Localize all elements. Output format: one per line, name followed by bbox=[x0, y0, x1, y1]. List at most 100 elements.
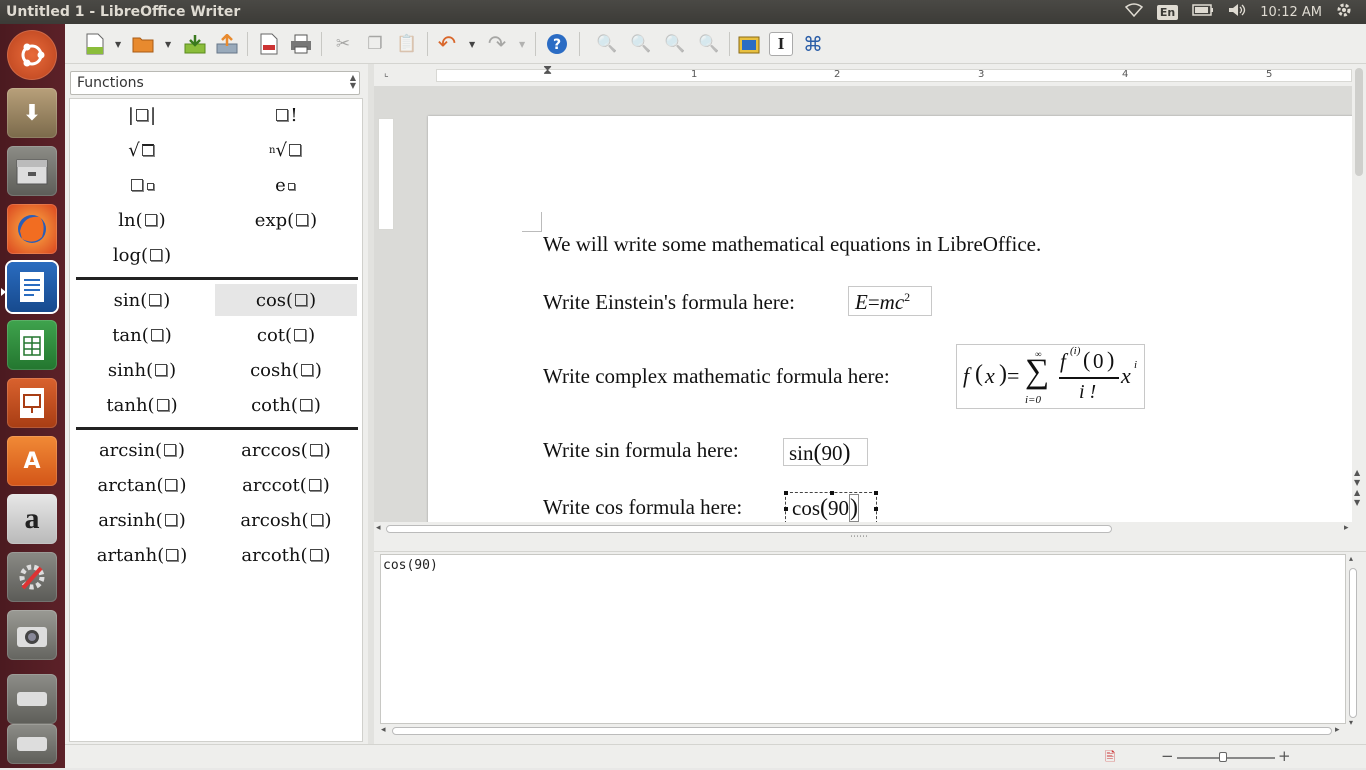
element-arcoth[interactable]: arcoth() bbox=[215, 539, 357, 571]
new-dropdown-icon[interactable]: ▼ bbox=[115, 40, 121, 49]
copy-icon[interactable]: ❐ bbox=[363, 32, 387, 56]
horizontal-ruler[interactable]: ⌞ ⧗ 1 2 3 4 5 bbox=[374, 63, 1352, 86]
cut-icon[interactable]: ✂ bbox=[331, 32, 355, 56]
formula-command-editor[interactable]: cos(90) bbox=[380, 554, 1346, 724]
wifi-icon[interactable] bbox=[1124, 3, 1144, 21]
formula-complex[interactable]: f ( x ) = ∞ ∑ i=0 f (i) ( 0 ) i ! x i bbox=[956, 344, 1145, 409]
export-icon[interactable] bbox=[215, 32, 239, 56]
scroll-right-icon[interactable]: ▸ bbox=[1335, 725, 1340, 735]
doc-line-einstein[interactable]: Write Einstein's formula here: bbox=[543, 290, 795, 315]
element-coth[interactable]: coth() bbox=[215, 389, 357, 421]
element-power[interactable] bbox=[71, 169, 213, 201]
show-all-icon[interactable]: 🔍 bbox=[697, 32, 721, 56]
element-sqrt[interactable]: √ bbox=[71, 134, 213, 166]
formula-cos-selected[interactable]: cos(90) bbox=[784, 491, 878, 522]
scrollbar-thumb[interactable] bbox=[386, 525, 1112, 533]
element-arcosh[interactable]: arcosh() bbox=[215, 504, 357, 536]
redo-dropdown-icon[interactable]: ▼ bbox=[519, 40, 525, 49]
print-icon[interactable] bbox=[289, 32, 313, 56]
ubuntu-dash-icon[interactable] bbox=[7, 30, 57, 80]
save-icon[interactable] bbox=[183, 32, 207, 56]
drive-icon[interactable] bbox=[7, 674, 57, 724]
new-document-icon[interactable] bbox=[83, 32, 107, 56]
element-artanh[interactable]: artanh() bbox=[71, 539, 213, 571]
selection-handle[interactable] bbox=[784, 507, 788, 511]
element-arsinh[interactable]: arsinh() bbox=[71, 504, 213, 536]
element-cot[interactable]: cot() bbox=[215, 319, 357, 351]
document-vertical-scrollbar[interactable]: ▲ ▼ ▲ ▼ bbox=[1352, 64, 1366, 522]
element-abs[interactable]: | | bbox=[71, 99, 213, 131]
scrollbar-thumb[interactable] bbox=[392, 727, 1332, 735]
spinner-arrows-icon[interactable]: ▲ ▼ bbox=[350, 74, 356, 90]
symbols-icon[interactable]: ⌘ bbox=[801, 32, 825, 56]
element-nroot[interactable]: n √ bbox=[215, 134, 357, 166]
zoom-out-icon[interactable]: 🔍 bbox=[629, 32, 653, 56]
element-arccot[interactable]: arccot() bbox=[215, 469, 357, 501]
element-arctan[interactable]: arctan() bbox=[71, 469, 213, 501]
zoom-in-button[interactable]: + bbox=[1278, 747, 1291, 765]
formula-einstein[interactable]: E=mc2 bbox=[848, 286, 932, 316]
clock[interactable]: 10:12 AM bbox=[1260, 5, 1322, 20]
element-sin[interactable]: sin() bbox=[71, 284, 213, 316]
element-cosh[interactable]: cosh() bbox=[215, 354, 357, 386]
element-factorial[interactable]: ! bbox=[215, 99, 357, 131]
selection-handle[interactable] bbox=[874, 507, 878, 511]
elements-category-select[interactable]: Functions ▲ ▼ bbox=[70, 71, 360, 95]
splitter-grip-icon[interactable]: ⋯⋯ bbox=[850, 532, 868, 542]
update-icon[interactable] bbox=[737, 32, 761, 56]
scroll-right-icon[interactable]: ▸ bbox=[1344, 523, 1349, 533]
files-icon[interactable] bbox=[7, 146, 57, 196]
element-cos[interactable]: cos() bbox=[215, 284, 357, 316]
drive-icon-2[interactable] bbox=[7, 724, 57, 764]
impress-icon[interactable] bbox=[7, 378, 57, 428]
selection-handle[interactable] bbox=[784, 491, 788, 495]
element-arcsin[interactable]: arcsin() bbox=[71, 434, 213, 466]
writer-icon[interactable] bbox=[7, 262, 57, 312]
doc-line-complex[interactable]: Write complex mathematic formula here: bbox=[543, 364, 890, 389]
tab-stop-icon[interactable]: ⌞ bbox=[384, 68, 389, 79]
document-view[interactable]: We will write some mathematical equation… bbox=[374, 86, 1352, 522]
formula-cursor-icon[interactable]: I bbox=[769, 32, 793, 56]
amazon-icon[interactable]: a bbox=[7, 494, 57, 544]
scroll-down-icon[interactable]: ▾ bbox=[1349, 718, 1353, 727]
selection-handle[interactable] bbox=[874, 491, 878, 495]
scrollbar-thumb[interactable] bbox=[1349, 568, 1357, 718]
undo-icon[interactable]: ↶ bbox=[435, 32, 459, 57]
indent-marker-icon[interactable]: ⧗ bbox=[543, 63, 552, 78]
open-folder-icon[interactable] bbox=[131, 32, 155, 56]
document-modified-icon[interactable]: 🖹 bbox=[1105, 748, 1115, 770]
scroll-left-icon[interactable]: ◂ bbox=[376, 523, 381, 533]
keyboard-layout-indicator[interactable]: En bbox=[1156, 4, 1179, 20]
paste-icon[interactable]: 📋 bbox=[395, 32, 419, 56]
export-pdf-icon[interactable] bbox=[257, 32, 281, 56]
system-settings-icon[interactable] bbox=[7, 552, 57, 602]
command-vertical-scrollbar[interactable]: ▴ ▾ bbox=[1346, 554, 1360, 740]
battery-icon[interactable] bbox=[1192, 4, 1214, 20]
selection-handle[interactable] bbox=[830, 491, 834, 495]
element-sinh[interactable]: sinh() bbox=[71, 354, 213, 386]
scroll-up-icon[interactable]: ▴ bbox=[1349, 554, 1353, 563]
scroll-left-icon[interactable]: ◂ bbox=[381, 725, 386, 735]
element-ln[interactable]: ln() bbox=[71, 204, 213, 236]
software-center-icon[interactable]: A bbox=[7, 436, 57, 486]
firefox-icon[interactable] bbox=[7, 204, 57, 254]
document-horizontal-scrollbar[interactable]: ◂ ▸ bbox=[374, 522, 1366, 536]
element-exp-e[interactable]: e bbox=[215, 169, 357, 201]
scrollbar-thumb[interactable] bbox=[1355, 68, 1363, 176]
gear-icon[interactable] bbox=[1336, 2, 1352, 22]
open-dropdown-icon[interactable]: ▼ bbox=[165, 40, 171, 49]
installer-icon[interactable]: ⬇ bbox=[7, 88, 57, 138]
command-horizontal-scrollbar[interactable]: ◂ ▸ bbox=[380, 724, 1346, 738]
formula-sin[interactable]: sin(90) bbox=[783, 438, 868, 466]
undo-dropdown-icon[interactable]: ▼ bbox=[469, 40, 475, 49]
zoom-slider-knob[interactable] bbox=[1219, 752, 1227, 762]
doc-line-cos[interactable]: Write cos formula here: bbox=[543, 495, 742, 520]
help-icon[interactable]: ? bbox=[545, 32, 569, 56]
element-log[interactable]: log() bbox=[71, 239, 213, 271]
document-page[interactable]: We will write some mathematical equation… bbox=[428, 116, 1352, 522]
redo-icon[interactable]: ↷ bbox=[485, 32, 509, 57]
doc-line-intro[interactable]: We will write some mathematical equation… bbox=[543, 232, 1041, 257]
zoom-in-icon[interactable]: 🔍 bbox=[595, 32, 619, 56]
element-tan[interactable]: tan() bbox=[71, 319, 213, 351]
element-exp[interactable]: exp() bbox=[215, 204, 357, 236]
